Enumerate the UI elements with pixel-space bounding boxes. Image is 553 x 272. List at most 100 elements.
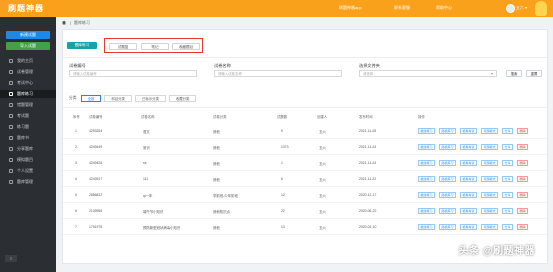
sidebar-item-mock-questions[interactable]: 模拟题目 xyxy=(0,156,56,164)
memorize-mode-button[interactable]: 背题模式 xyxy=(481,176,499,182)
header-link-help[interactable]: 帮助中心 xyxy=(436,5,452,11)
sidebar-item-exam-questions[interactable]: 考试题 xyxy=(0,112,56,120)
user-menu[interactable]: 五六 ▾ xyxy=(516,5,527,11)
mock-exam-button[interactable]: 模拟考试 xyxy=(460,176,478,182)
sidebar-item-practice[interactable]: 题库练习 xyxy=(0,90,56,98)
divider xyxy=(63,107,547,108)
import-question-button[interactable]: 导入试题 xyxy=(6,42,50,50)
error-book-icon xyxy=(9,103,13,107)
memorize-mode-button[interactable]: 背题模式 xyxy=(481,224,499,230)
col-actions: 操作 xyxy=(418,115,425,119)
delete-button[interactable]: 删除 xyxy=(517,224,529,230)
sidebar-item-question-book[interactable]: 题库书 xyxy=(0,134,56,142)
table-row: 7 1751978 预防新型冠状病毒小知识 其他 13 五六 2020-02-10 继续练习随… xyxy=(63,220,547,235)
sidebar-item-practice-questions[interactable]: 练习题 xyxy=(0,123,56,131)
delete-button[interactable]: 删除 xyxy=(517,160,529,166)
continue-practice-button[interactable]: 继续练习 xyxy=(418,208,436,214)
app-logo[interactable]: 刷题神器 xyxy=(0,0,56,17)
memorize-mode-button[interactable]: 背题模式 xyxy=(481,192,499,198)
sidebar-item-share-bank[interactable]: 分享题库 xyxy=(0,145,56,153)
avatar[interactable] xyxy=(506,4,515,13)
share-button[interactable]: 分享 xyxy=(502,192,514,198)
tab-favorites[interactable]: 收藏题目 xyxy=(172,43,200,50)
cell-index: 7 xyxy=(75,225,77,229)
mock-exam-button[interactable]: 模拟考试 xyxy=(460,192,478,198)
mock-exam-button[interactable]: 模拟考试 xyxy=(460,144,478,150)
memorize-mode-button[interactable]: 背题模式 xyxy=(481,160,499,166)
category-marked[interactable]: 已标示分类 xyxy=(134,95,166,102)
cell-index: 5 xyxy=(75,193,77,197)
cell-question-count: 12 xyxy=(281,193,285,197)
share-button[interactable]: 分享 xyxy=(502,176,514,182)
category-favorite[interactable]: 收藏分类 xyxy=(168,95,197,102)
cell-creator: 五六 xyxy=(319,162,326,166)
mock-exam-button[interactable]: 模拟考试 xyxy=(460,160,478,166)
sidebar-item-home[interactable]: 我的主页 xyxy=(0,57,56,65)
random-practice-button[interactable]: 随机练习 xyxy=(439,224,457,230)
cell-paper-name: 预防新型冠状病毒小知识 xyxy=(143,226,181,230)
mascot-icon xyxy=(535,1,547,16)
header-link-app[interactable]: 刷题神器app xyxy=(339,5,362,11)
continue-practice-button[interactable]: 继续练习 xyxy=(418,192,436,198)
memorize-mode-button[interactable]: 背题模式 xyxy=(481,208,499,214)
header-link-support[interactable]: 联系客服 xyxy=(394,5,410,11)
home-icon[interactable] xyxy=(62,20,66,25)
continue-practice-button[interactable]: 继续练习 xyxy=(418,160,436,166)
search-button[interactable]: 搜索 xyxy=(506,70,522,77)
share-button[interactable]: 分享 xyxy=(502,160,514,166)
mock-exam-button[interactable]: 模拟考试 xyxy=(460,208,478,214)
paper-id-input[interactable]: 请输入试卷编号 xyxy=(69,70,197,77)
mock-exam-button[interactable]: 模拟考试 xyxy=(460,224,478,230)
collapse-sidebar-button[interactable]: ≡ xyxy=(5,255,17,262)
sidebar-item-wrong-questions[interactable]: 错题管理 xyxy=(0,101,56,109)
paper-name-input[interactable]: 请输入试卷名称 xyxy=(214,70,342,77)
cell-paper-name: 语文 xyxy=(143,130,150,134)
category-subject[interactable]: 科目分类 xyxy=(104,95,132,102)
table-row: 4 4243917 111 其他 6 五六 2021-11-22 继续练习 随机练习 模拟考试 背题… xyxy=(63,172,547,187)
folder-select[interactable]: 请选择 xyxy=(359,70,497,77)
divider xyxy=(63,57,547,58)
tab-practice[interactable]: 题库练习 xyxy=(67,42,97,49)
sidebar-item-bank-management[interactable]: 题库管理 xyxy=(0,178,56,186)
continue-practice-button[interactable]: 继续练习 xyxy=(418,176,436,182)
continue-practice-button[interactable]: 继续练习 xyxy=(418,144,436,150)
cell-paper-name: 111 xyxy=(143,177,149,181)
random-practice-button[interactable]: 随机练习 xyxy=(439,144,457,150)
random-practice-button[interactable]: 随机练习 xyxy=(439,128,457,134)
book-icon xyxy=(9,136,13,140)
random-practice-button[interactable]: 随机练习 xyxy=(439,208,457,214)
mock-exam-button[interactable]: 模拟考试 xyxy=(460,128,478,134)
random-practice-button[interactable]: 随机练习 xyxy=(439,176,457,182)
delete-button[interactable]: 删除 xyxy=(517,144,529,150)
cell-index: 1 xyxy=(75,129,77,133)
share-button[interactable]: 分享 xyxy=(502,224,514,230)
delete-button[interactable]: 删除 xyxy=(517,128,529,134)
delete-button[interactable]: 删除 xyxy=(517,192,529,198)
cell-creator: 五六 xyxy=(319,226,326,230)
document-icon xyxy=(9,70,13,74)
sidebar-item-exam-center[interactable]: 考试中心 xyxy=(0,79,56,87)
reset-button[interactable]: 重置 xyxy=(526,70,542,77)
share-button[interactable]: 分享 xyxy=(502,128,514,134)
cell-question-count: 9 xyxy=(281,129,283,133)
new-question-button[interactable]: 新建试题 xyxy=(6,31,50,39)
delete-button[interactable]: 删除 xyxy=(517,176,529,182)
random-practice-button[interactable]: 随机练习 xyxy=(439,160,457,166)
tab-notes[interactable]: 笔记 xyxy=(141,43,169,50)
breadcrumb-separator: | xyxy=(70,20,72,25)
category-all[interactable]: 全部 xyxy=(80,95,102,102)
continue-practice-button[interactable]: 继续练习 xyxy=(418,128,436,134)
memorize-mode-button[interactable]: 背题模式 xyxy=(481,128,499,134)
sidebar-item-paper-management[interactable]: 试卷管理 xyxy=(0,68,56,76)
category-filter: 分类 全部 科目分类 已标示分类 收藏分类 xyxy=(69,95,199,102)
continue-practice-button[interactable]: 继续练习 xyxy=(418,224,436,230)
table-row: 3 4249426 ss 其他 1 五六 2021-11-24 继续练习 随机练习 模拟考试 背题模… xyxy=(63,156,547,171)
random-practice-button[interactable]: 随机练习 xyxy=(439,192,457,198)
share-button[interactable]: 分享 xyxy=(502,208,514,214)
delete-button[interactable]: 删除 xyxy=(517,208,529,214)
cell-question-count: 22 xyxy=(281,209,285,213)
tab-question-basket[interactable]: 试题篮 xyxy=(109,43,137,50)
memorize-mode-button[interactable]: 背题模式 xyxy=(481,144,499,150)
share-button[interactable]: 分享 xyxy=(502,144,514,150)
sidebar-item-personal-settings[interactable]: 个人设置 xyxy=(0,167,56,175)
